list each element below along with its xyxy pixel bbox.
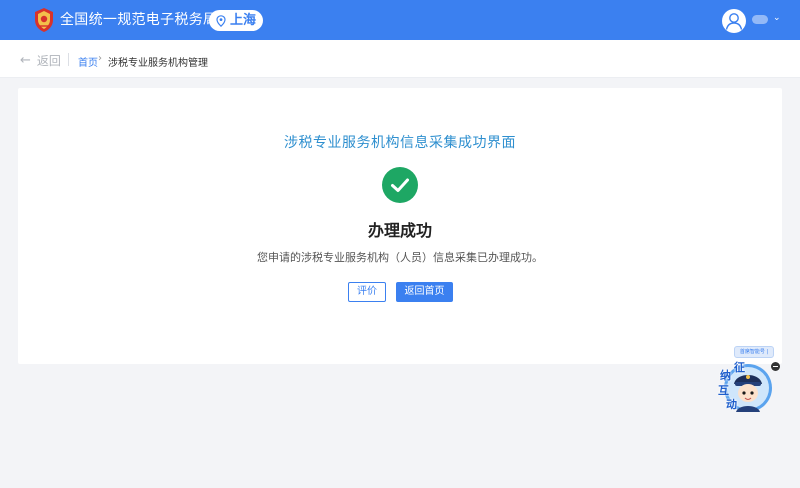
arrow-left-icon: ← [20,53,31,68]
assistant-char-2: 纳 [720,369,731,382]
status-heading: 办理成功 [367,221,432,240]
assistant-char-3: 互 [718,384,729,397]
rate-button[interactable]: 评价 [348,282,386,302]
top-nav-bar: 全国统一规范电子税务局 上海 ⌄ [0,0,800,40]
back-button[interactable]: ← 返回 [20,52,61,69]
chevron-down-icon[interactable]: ⌄ [773,13,781,23]
assistant-char-1: 征 [734,361,745,374]
result-card: 涉税专业服务机构信息采集成功界面 办理成功 您申请的涉税专业服务机构（人员）信息… [18,88,782,364]
back-to-home-button[interactable]: 返回首页 [396,282,453,302]
user-avatar-icon[interactable] [722,9,746,33]
breadcrumb: ← 返回 首页 › 涉税专业服务机构管理 [0,40,800,78]
assistant-char-4: 动 [726,398,737,411]
breadcrumb-divider [68,53,69,66]
tax-emblem-icon [35,8,53,32]
success-check-icon [382,167,418,203]
location-pin-icon [216,14,226,27]
assistant-widget[interactable]: 征 纳 互 动 [718,361,772,414]
user-silhouette-icon [725,13,743,30]
breadcrumb-current: 涉税专业服务机构管理 [108,58,208,69]
breadcrumb-home-link[interactable]: 首页 [78,54,98,69]
page-title: 涉税专业服务机构信息采集成功界面 [284,135,516,151]
username-redacted[interactable] [752,15,768,24]
back-label: 返回 [36,54,61,68]
status-message: 您申请的涉税专业服务机构（人员）信息采集已办理成功。 [257,251,543,264]
region-label: 上海 [229,12,256,28]
site-title: 全国统一规范电子税务局 [60,12,218,28]
chevron-right-icon: › [98,53,102,64]
assistant-tag[interactable]: 首席智能号 | [734,346,774,358]
minus-close-icon[interactable] [771,362,780,371]
region-selector[interactable]: 上海 [209,10,263,31]
